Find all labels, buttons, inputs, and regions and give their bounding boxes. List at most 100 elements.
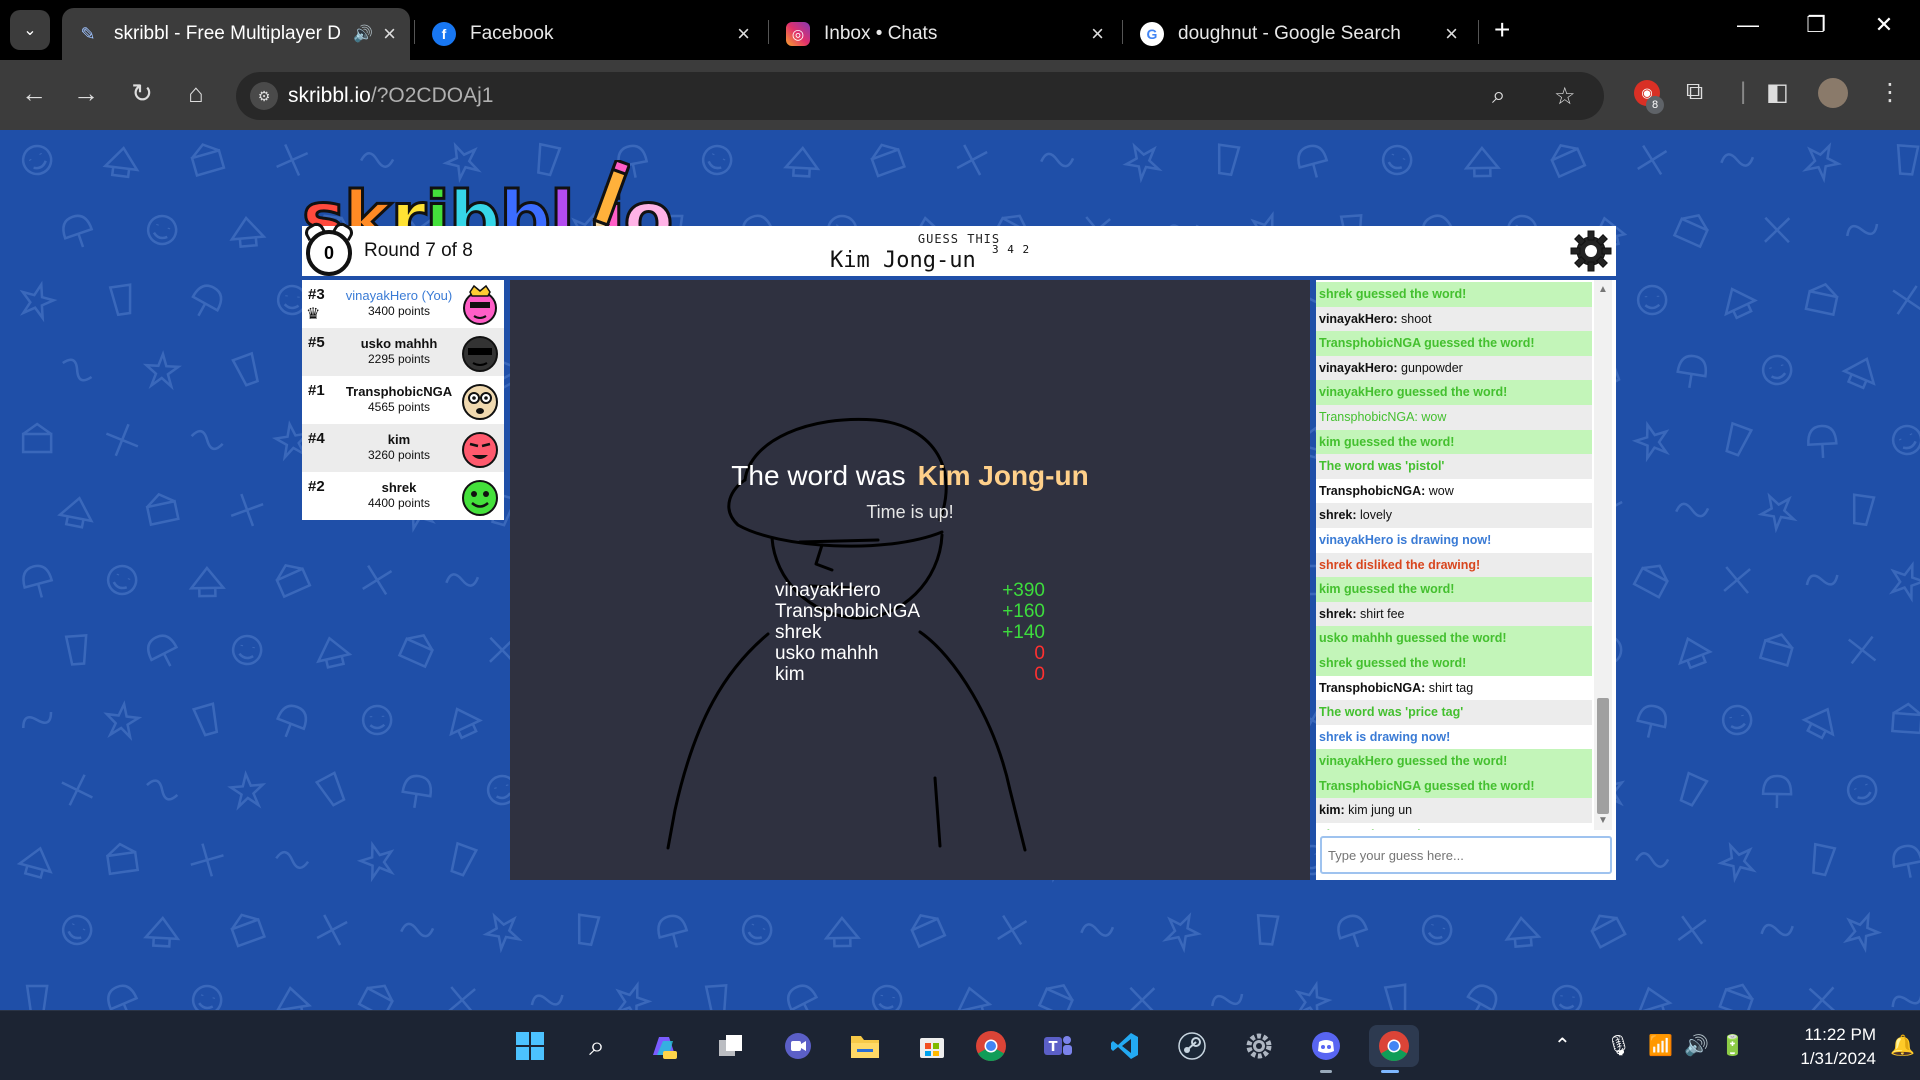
minimize-icon[interactable]: —	[1728, 12, 1768, 38]
wifi-icon[interactable]: 📶	[1648, 1033, 1673, 1058]
skribbl-page: skribbl.io 0 Round 7 of 8 GUESS THIS Kim…	[0, 130, 1920, 1010]
zoom-icon[interactable]: ⌕	[1492, 82, 1505, 110]
player-avatar	[462, 336, 498, 372]
doodle-shape	[1892, 285, 1920, 315]
search-icon[interactable]: ⌕	[576, 1025, 618, 1067]
task-view-icon[interactable]	[710, 1025, 752, 1067]
restore-icon[interactable]: ❐	[1796, 12, 1836, 38]
doodle-shape	[1122, 142, 1163, 184]
notification-bell-icon[interactable]: 🔔	[1890, 1033, 1915, 1058]
guess-input[interactable]	[1320, 836, 1612, 874]
volume-icon[interactable]: 🔊	[1684, 1033, 1709, 1058]
chat-message-list[interactable]: shrek guessed the word! vinayakHero: shoo…	[1316, 280, 1592, 830]
chat-message: The word was 'Kim Jong-un'	[1316, 823, 1592, 830]
forward-arrow-icon[interactable]: →	[68, 78, 104, 109]
system-clock-time[interactable]: 11:22 PM	[1766, 1025, 1876, 1045]
doodle-shape	[22, 564, 54, 598]
scroll-up-arrow-icon[interactable]: ▲	[1594, 284, 1612, 295]
doodle-shape	[316, 636, 353, 669]
battery-icon[interactable]: 🔋	[1720, 1033, 1745, 1058]
player-row[interactable]: #1 TransphobicNGA 4565 points	[302, 376, 504, 424]
chat-text: shrek disliked the drawing!	[1319, 557, 1481, 572]
doodle-shape	[57, 496, 94, 529]
tab-google[interactable]: G doughnut - Google Search ×	[1126, 8, 1472, 60]
close-window-icon[interactable]: ✕	[1864, 12, 1904, 38]
system-clock-date[interactable]: 1/31/2024	[1766, 1049, 1876, 1069]
tab-facebook[interactable]: f Facebook ×	[418, 8, 764, 60]
chat-author: TransphobicNGA:	[1319, 409, 1418, 424]
doodle-shape	[450, 841, 479, 877]
site-info-icon[interactable]: ⚙	[250, 82, 278, 110]
player-row[interactable]: #4 kim 3260 points	[302, 424, 504, 472]
doodle-shape	[741, 914, 773, 946]
meet-icon[interactable]	[777, 1025, 819, 1067]
doodle-shape	[445, 573, 480, 587]
speaker-icon[interactable]: 🔊	[353, 24, 373, 44]
player-rank: #3	[308, 286, 325, 303]
doodle-shape	[275, 563, 312, 599]
file-explorer-icon[interactable]	[844, 1025, 886, 1067]
doodle-shape	[1892, 844, 1920, 878]
doodle-shape	[1891, 424, 1920, 456]
extensions-puzzle-icon[interactable]: ⧉	[1686, 78, 1703, 106]
vscode-icon[interactable]	[1104, 1025, 1146, 1067]
tab-close-icon[interactable]: ×	[1091, 21, 1104, 47]
doodle-shape	[107, 984, 139, 1010]
side-panel-icon[interactable]: ◧	[1766, 78, 1789, 107]
discord-icon[interactable]	[1305, 1025, 1347, 1073]
chat-message: kim guessed the word!	[1316, 577, 1592, 602]
player-row[interactable]: #5 usko mahhh 2295 points	[302, 328, 504, 376]
result-row: kim 0	[775, 664, 1045, 685]
chat-scrollbar[interactable]: ▲ ▼	[1594, 280, 1612, 830]
doodle-shape	[1256, 913, 1280, 946]
address-bar[interactable]: ⚙ skribbl.io/?O2CDOAj1 ⌕ ☆	[236, 72, 1604, 120]
player-row[interactable]: #2 shrek 4400 points	[302, 472, 504, 520]
back-arrow-icon[interactable]: ←	[16, 78, 52, 109]
tab-close-icon[interactable]: ×	[737, 21, 750, 47]
doodle-shape	[1841, 357, 1876, 390]
player-row[interactable]: #3 ♛ vinayakHero (You) 3400 points	[302, 280, 504, 328]
player-points: 3400 points	[367, 304, 431, 318]
store-icon[interactable]	[911, 1025, 953, 1067]
scroll-thumb[interactable]	[1597, 698, 1609, 814]
steam-icon[interactable]	[1171, 1025, 1213, 1067]
tab-title: skribbl - Free Multiplayer D	[114, 23, 341, 44]
svg-text:T: T	[1049, 1040, 1058, 1055]
crown-icon: ♛	[306, 306, 321, 323]
drawing-canvas[interactable]: The word was Kim Jong-un Time is up! vina…	[510, 280, 1310, 880]
doodle-shape	[823, 916, 861, 948]
settings-icon[interactable]	[1238, 1025, 1280, 1067]
more-menu-icon[interactable]: ⋮	[1878, 78, 1902, 107]
new-tab-button[interactable]: +	[1494, 14, 1510, 46]
doodle-shape	[275, 986, 312, 1010]
copilot-icon[interactable]	[643, 1025, 685, 1067]
tab-close-icon[interactable]: ×	[383, 21, 396, 47]
url-text[interactable]: skribbl.io/?O2CDOAj1	[288, 84, 493, 108]
doodle-shape	[1812, 842, 1837, 877]
windows-start-icon[interactable]	[509, 1025, 551, 1067]
bookmark-star-icon[interactable]: ☆	[1554, 82, 1576, 111]
microphone-icon[interactable]: 🎙	[1606, 1033, 1631, 1058]
doodle-shape	[1808, 986, 1836, 1010]
tab-close-icon[interactable]: ×	[1445, 21, 1458, 47]
chat-message: vinayakHero: gunpowder	[1316, 355, 1592, 381]
chat-text: kim jung un	[1344, 803, 1413, 818]
profile-avatar[interactable]	[1818, 78, 1848, 108]
tray-overflow-chevron-icon[interactable]: ⌃	[1554, 1033, 1571, 1058]
doodle-shape	[103, 700, 143, 742]
reload-icon[interactable]: ↻	[124, 78, 160, 109]
tab-search-button[interactable]: ⌄	[10, 10, 50, 50]
player-name: shrek	[381, 480, 417, 495]
chrome-icon[interactable]	[970, 1025, 1012, 1067]
tab-instagram[interactable]: ◎ Inbox • Chats ×	[772, 8, 1118, 60]
tab-skribbl[interactable]: ✎ skribbl - Free Multiplayer D 🔊 ×	[62, 8, 410, 60]
teams-icon[interactable]: T	[1037, 1025, 1079, 1067]
scroll-down-arrow-icon[interactable]: ▼	[1594, 815, 1612, 826]
chat-text: shrek guessed the word!	[1319, 655, 1467, 670]
doodle-shape	[448, 986, 476, 1010]
settings-gear-icon[interactable]	[1570, 230, 1612, 272]
home-icon[interactable]: ⌂	[178, 78, 214, 109]
chrome-active-icon[interactable]	[1369, 1025, 1419, 1073]
chat-message: vinayakHero is drawing now!	[1316, 528, 1592, 553]
doodle-shape	[1760, 923, 1794, 937]
